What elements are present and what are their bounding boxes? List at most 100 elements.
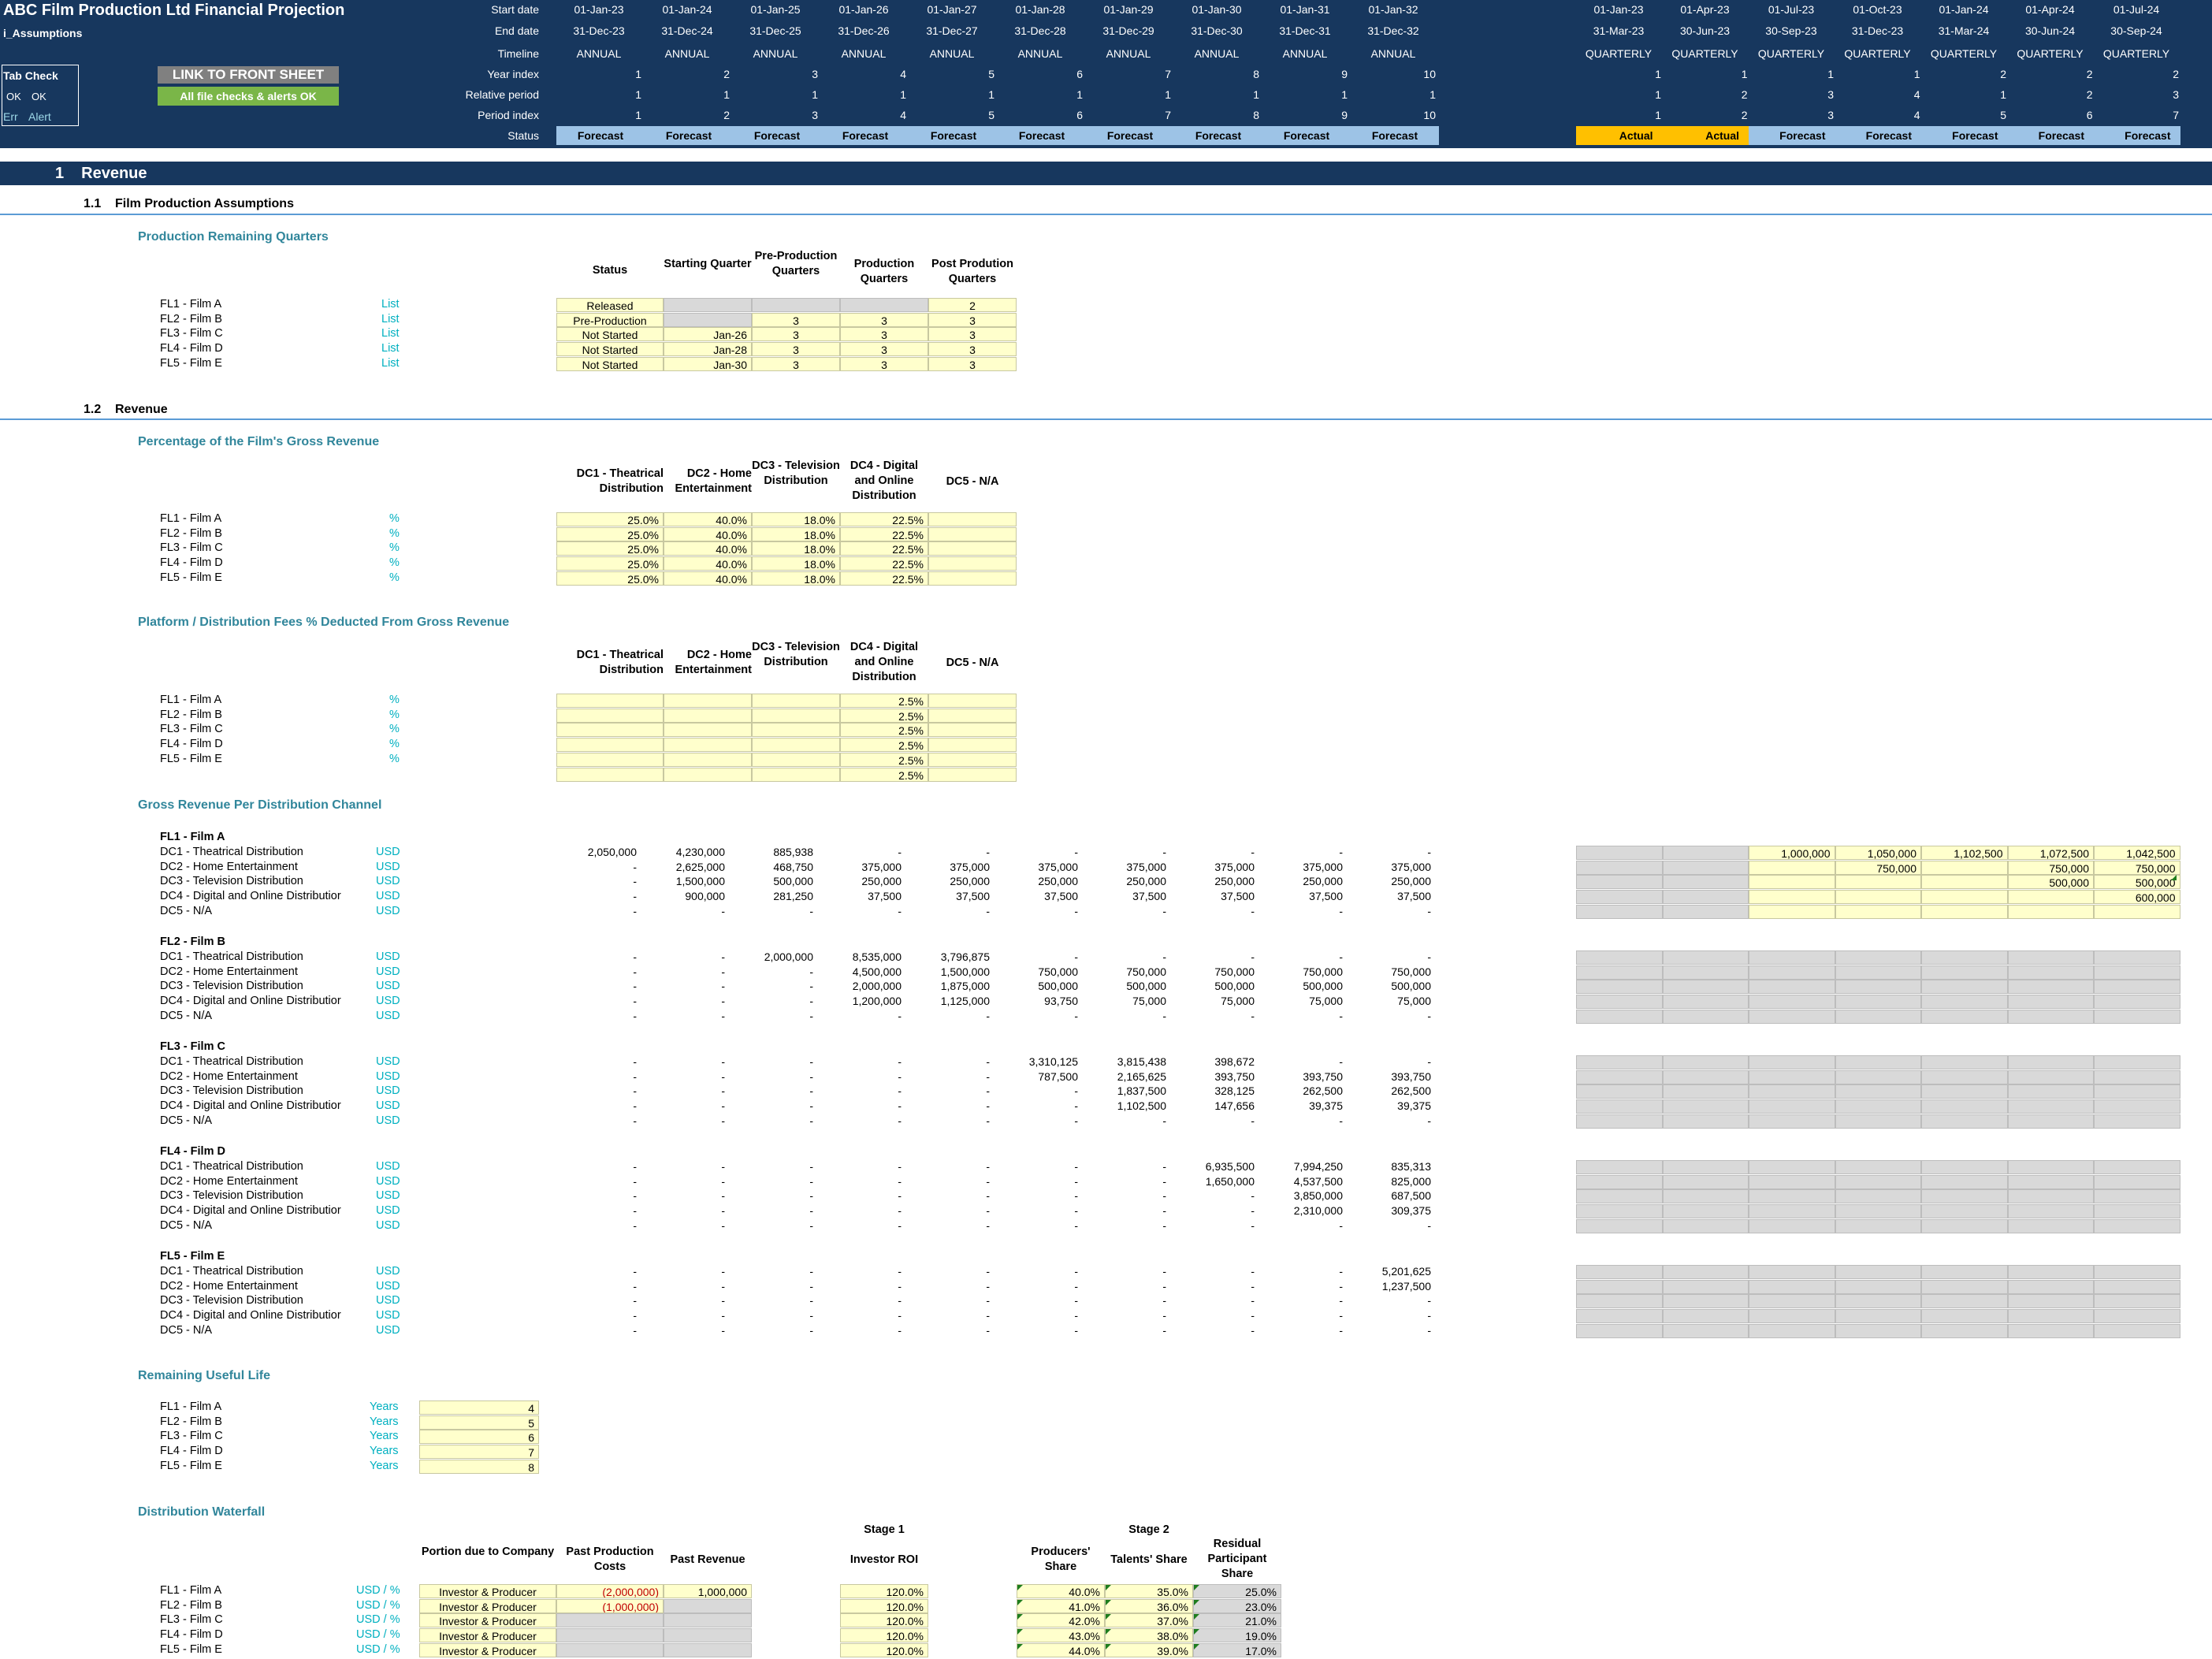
quarter-input-cell[interactable]	[1921, 1265, 2008, 1279]
quarter-input-cell[interactable]	[1662, 846, 1749, 860]
quarter-input-cell[interactable]	[1662, 950, 1749, 965]
input-cell-pct[interactable]: 18.0%	[752, 541, 840, 556]
waterfall-cell-roi[interactable]: 120.0%	[840, 1628, 928, 1643]
quarter-input-cell[interactable]	[2007, 1218, 2094, 1233]
waterfall-cell-portion[interactable]: Investor & Producer	[419, 1628, 556, 1643]
input-cell-years[interactable]: 7	[419, 1445, 539, 1460]
quarter-input-cell[interactable]	[1835, 890, 1921, 905]
quarter-input-cell[interactable]	[1921, 1294, 2008, 1309]
waterfall-cell-tal[interactable]: 36.0%	[1105, 1598, 1193, 1613]
quarter-input-cell[interactable]	[1662, 1189, 1749, 1204]
quarter-input-cell[interactable]	[1921, 980, 2008, 995]
input-cell-fee[interactable]	[928, 708, 1017, 723]
quarter-input-cell[interactable]	[1576, 980, 1663, 995]
quarter-input-cell[interactable]	[1835, 875, 1921, 890]
quarter-input-cell[interactable]	[1921, 1189, 2008, 1204]
quarter-input-cell[interactable]	[1576, 1009, 1663, 1024]
input-cell-pre[interactable]: 3	[752, 342, 840, 357]
quarter-input-cell[interactable]	[1576, 1084, 1663, 1099]
quarter-input-cell[interactable]	[1576, 846, 1663, 860]
input-cell-fee[interactable]	[752, 752, 840, 767]
quarter-input-cell[interactable]	[1921, 890, 2008, 905]
quarter-input-cell[interactable]	[2094, 980, 2180, 995]
quarter-input-cell[interactable]	[1576, 1189, 1663, 1204]
quarter-input-cell[interactable]	[1576, 1218, 1663, 1233]
waterfall-cell-portion[interactable]: Investor & Producer	[419, 1598, 556, 1613]
waterfall-cell-res[interactable]: 19.0%	[1193, 1628, 1281, 1643]
quarter-input-cell[interactable]	[2094, 1189, 2180, 1204]
input-cell-fee[interactable]	[556, 767, 664, 782]
waterfall-cell-tal[interactable]: 35.0%	[1105, 1584, 1193, 1598]
quarter-input-cell[interactable]: 500,000	[2007, 875, 2094, 890]
input-cell-prod[interactable]	[840, 298, 928, 312]
quarter-input-cell[interactable]	[2007, 1160, 2094, 1174]
input-cell-pct[interactable]: 40.0%	[664, 526, 752, 541]
waterfall-cell-roi[interactable]: 120.0%	[840, 1598, 928, 1613]
input-cell-pct[interactable]: 22.5%	[840, 571, 928, 586]
waterfall-cell-prod[interactable]: 42.0%	[1017, 1613, 1105, 1628]
input-cell-post[interactable]: 3	[928, 312, 1017, 327]
quarter-input-cell[interactable]: 600,000	[2094, 890, 2180, 905]
input-cell-fee[interactable]	[556, 738, 664, 753]
input-cell-years[interactable]: 5	[419, 1415, 539, 1430]
input-cell-fee[interactable]: 2.5%	[840, 708, 928, 723]
quarter-input-cell[interactable]	[2007, 1174, 2094, 1189]
quarter-input-cell[interactable]	[2007, 1009, 2094, 1024]
quarter-input-cell[interactable]	[1921, 995, 2008, 1010]
quarter-input-cell[interactable]	[2094, 1265, 2180, 1279]
input-cell-fee[interactable]	[664, 767, 752, 782]
quarter-input-cell[interactable]	[1749, 1084, 1835, 1099]
input-cell-start[interactable]	[664, 312, 752, 327]
waterfall-cell-tal[interactable]: 37.0%	[1105, 1613, 1193, 1628]
quarter-input-cell[interactable]	[2094, 1055, 2180, 1069]
quarter-input-cell[interactable]	[1576, 1294, 1663, 1309]
input-cell-pct[interactable]	[928, 571, 1017, 586]
input-cell-fee[interactable]	[556, 694, 664, 708]
input-cell-fee[interactable]	[928, 752, 1017, 767]
quarter-input-cell[interactable]	[2007, 1069, 2094, 1084]
quarter-input-cell[interactable]: 750,000	[2094, 860, 2180, 875]
quarter-input-cell[interactable]	[2094, 1099, 2180, 1114]
quarter-input-cell[interactable]	[1576, 1099, 1663, 1114]
quarter-input-cell[interactable]	[1921, 1309, 2008, 1324]
quarter-input-cell[interactable]	[1576, 1114, 1663, 1129]
waterfall-cell-rev[interactable]	[664, 1613, 752, 1628]
input-cell-pct[interactable]: 22.5%	[840, 556, 928, 571]
quarter-input-cell[interactable]	[1921, 1084, 2008, 1099]
quarter-input-cell[interactable]	[1921, 1114, 2008, 1129]
input-cell-pct[interactable]	[928, 541, 1017, 556]
quarter-input-cell[interactable]	[1835, 1174, 1921, 1189]
quarter-input-cell[interactable]	[2007, 904, 2094, 919]
input-cell-fee[interactable]: 2.5%	[840, 767, 928, 782]
quarter-input-cell[interactable]	[1662, 1294, 1749, 1309]
quarter-input-cell[interactable]	[2007, 1114, 2094, 1129]
input-cell-fee[interactable]	[556, 708, 664, 723]
quarter-input-cell[interactable]	[1662, 1309, 1749, 1324]
quarter-input-cell[interactable]	[2007, 1279, 2094, 1294]
quarter-input-cell[interactable]	[1576, 950, 1663, 965]
quarter-input-cell[interactable]	[2094, 1174, 2180, 1189]
quarter-input-cell[interactable]	[2094, 950, 2180, 965]
quarter-input-cell[interactable]	[2094, 965, 2180, 980]
input-cell-pre[interactable]	[752, 298, 840, 312]
quarter-input-cell[interactable]	[1662, 904, 1749, 919]
input-cell-fee[interactable]	[928, 694, 1017, 708]
quarter-input-cell[interactable]	[1576, 1160, 1663, 1174]
quarter-input-cell[interactable]	[2007, 890, 2094, 905]
input-cell-pct[interactable]	[928, 526, 1017, 541]
input-cell-fee[interactable]	[752, 738, 840, 753]
quarter-input-cell[interactable]	[2007, 1204, 2094, 1219]
input-cell-pre[interactable]: 3	[752, 356, 840, 371]
quarter-input-cell[interactable]	[2094, 1323, 2180, 1338]
quarter-input-cell[interactable]	[1749, 995, 1835, 1010]
quarter-input-cell[interactable]: 1,050,000	[1835, 846, 1921, 860]
quarter-input-cell[interactable]	[1749, 875, 1835, 890]
waterfall-cell-prod[interactable]: 41.0%	[1017, 1598, 1105, 1613]
waterfall-cell-res[interactable]: 17.0%	[1193, 1642, 1281, 1657]
input-cell-pct[interactable]: 18.0%	[752, 556, 840, 571]
quarter-input-cell[interactable]	[1576, 1323, 1663, 1338]
input-cell-post[interactable]: 3	[928, 342, 1017, 357]
quarter-input-cell[interactable]	[1749, 980, 1835, 995]
quarter-input-cell[interactable]	[2094, 1218, 2180, 1233]
quarter-input-cell[interactable]	[1835, 1099, 1921, 1114]
